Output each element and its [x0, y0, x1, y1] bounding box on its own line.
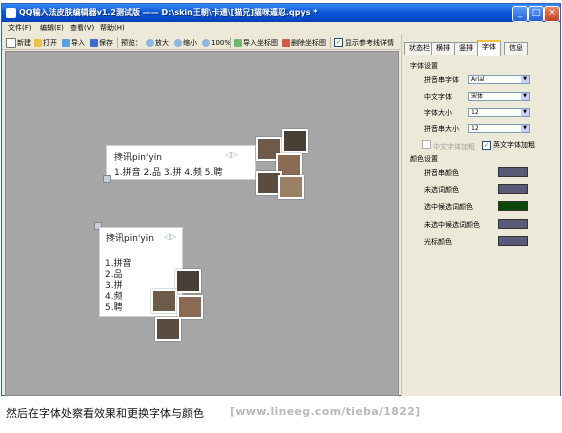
pinyin-color-swatch[interactable]: [498, 167, 528, 177]
tab-info[interactable]: 信息: [504, 42, 528, 55]
tab-horizontal[interactable]: 横排: [431, 42, 455, 55]
font-size-select[interactable]: 12 ▼: [468, 108, 530, 117]
selected-candidate-color-swatch[interactable]: [498, 201, 528, 211]
chinese-font-label: 中文字体: [424, 93, 452, 101]
new-button[interactable]: 新建: [6, 37, 31, 48]
page-arrows-icon[interactable]: ◁▷: [225, 150, 237, 159]
menu-file[interactable]: 文件(F): [8, 23, 32, 33]
font-section-heading: 字体设置: [410, 62, 438, 70]
folder-icon: [34, 38, 42, 47]
toolbar-divider: [117, 37, 118, 48]
new-file-icon: [6, 37, 16, 48]
checkbox-unchecked[interactable]: [422, 140, 431, 149]
selected-candidate-color-label: 选中候选词颜色: [424, 203, 473, 211]
color-section-heading: 颜色设置: [410, 155, 438, 163]
candidate-item: 5.聘: [105, 303, 123, 313]
checkbox-checked[interactable]: ✓: [334, 38, 343, 47]
bold-chinese-toggle[interactable]: 中文字体加粗: [422, 140, 475, 152]
zoom-in-button[interactable]: 放大: [146, 37, 169, 48]
open-button[interactable]: 打开: [34, 37, 57, 48]
panel-tabs: 状态栏 横排 竖排 字体 信息: [402, 40, 561, 56]
pinyin-size-label: 拼音串大小: [424, 125, 459, 133]
font-size-label: 字体大小: [424, 109, 452, 117]
show-ref-lines-toggle[interactable]: ✓ 显示参考线详情: [334, 37, 394, 48]
pinyin-color-label: 拼音串颜色: [424, 169, 459, 177]
title-bar[interactable]: QQ输入法皮肤编辑器v1.2测试版 —— D:\skin王朝\卡通\[猫兄]猫咪…: [2, 4, 560, 22]
chevron-down-icon: ▼: [521, 125, 529, 132]
magnifier-minus-icon: [174, 38, 182, 47]
window-title: QQ输入法皮肤编辑器v1.2测试版 —— D:\skin王朝\卡通\[猫兄]猫咪…: [19, 8, 318, 17]
pinyin-font-select[interactable]: Arial ▼: [468, 75, 530, 84]
pinyin-font-label: 拼音串字体: [424, 76, 459, 84]
caption-text: 然后在字体处察看效果和更换字体与颜色: [6, 407, 204, 420]
magnifier-icon: [202, 38, 210, 47]
tab-font[interactable]: 字体: [477, 40, 501, 56]
editor-window: QQ输入法皮肤编辑器v1.2测试版 —— D:\skin王朝\卡通\[猫兄]猫咪…: [1, 3, 561, 396]
zoom-100-button[interactable]: 100%: [202, 37, 231, 48]
cursor-color-label: 光标颜色: [424, 238, 452, 246]
page-arrows-icon[interactable]: ◁▷: [164, 232, 176, 241]
composition-text: 搀讯pin'yin: [114, 153, 162, 163]
chevron-down-icon: ▼: [521, 76, 529, 83]
preview-label: 预览：: [121, 38, 142, 47]
candidate-list: 1.拼音 2.品 3.拼 4.频 5.聘: [114, 168, 223, 178]
minimize-button[interactable]: _: [512, 6, 528, 22]
composition-text: 搀讯pin'yin: [106, 234, 154, 244]
resize-handle[interactable]: [103, 175, 111, 183]
cursor-color-swatch[interactable]: [498, 236, 528, 246]
app-icon: [6, 8, 16, 18]
image-import-icon: [234, 38, 242, 47]
menu-bar: 文件(F) 编辑(E) 查看(V) 帮助(H): [2, 22, 560, 34]
magnifier-plus-icon: [146, 38, 154, 47]
menu-edit[interactable]: 编辑(E): [40, 23, 64, 33]
close-button[interactable]: ×: [544, 6, 560, 22]
toolbar-divider: [330, 37, 331, 48]
toolbar: 新建 打开 导入 保存 预览： 放大 缩小 100% 导入坐标图 删除坐标图 ✓…: [2, 34, 400, 50]
properties-panel: 状态栏 横排 竖排 字体 信息 字体设置 拼音串字体 Arial ▼ 中文字体 宋…: [401, 34, 560, 396]
toolbar-divider: [230, 37, 231, 48]
maximize-button[interactable]: □: [528, 6, 544, 22]
tab-vertical[interactable]: 竖排: [454, 42, 478, 55]
image-delete-icon: [282, 38, 290, 47]
unselected-candidate-color-swatch[interactable]: [498, 219, 528, 229]
import-button[interactable]: 导入: [62, 37, 85, 48]
menu-help[interactable]: 帮助(H): [100, 23, 125, 33]
watermark: [www.lineeg.com/tieba/1822]: [230, 405, 421, 418]
delete-coords-button[interactable]: 删除坐标图: [282, 37, 326, 48]
menu-view[interactable]: 查看(V): [70, 23, 94, 33]
chevron-down-icon: ▼: [521, 109, 529, 116]
import-coords-button[interactable]: 导入坐标图: [234, 37, 278, 48]
chevron-down-icon: ▼: [521, 93, 529, 100]
disk-icon: [90, 38, 98, 47]
zoom-out-button[interactable]: 缩小: [174, 37, 197, 48]
bold-english-toggle[interactable]: ✓ 英文字体加粗: [482, 140, 535, 150]
chinese-font-select[interactable]: 宋体 ▼: [468, 92, 530, 101]
unselected-candidate-color-label: 未选中候选词颜色: [424, 221, 480, 229]
pinyin-size-select[interactable]: 12 ▼: [468, 124, 530, 133]
import-icon: [62, 38, 70, 47]
skin-preview-canvas[interactable]: 搀讯pin'yin ◁▷ 1.拼音 2.品 3.拼 4.频 5.聘 搀讯pin'…: [5, 51, 399, 396]
unselected-word-color-label: 未选词颜色: [424, 186, 459, 194]
checkbox-checked[interactable]: ✓: [482, 141, 491, 150]
unselected-word-color-swatch[interactable]: [498, 184, 528, 194]
save-button[interactable]: 保存: [90, 37, 113, 48]
horizontal-candidate-window[interactable]: 搀讯pin'yin ◁▷ 1.拼音 2.品 3.拼 4.频 5.聘: [106, 145, 256, 180]
